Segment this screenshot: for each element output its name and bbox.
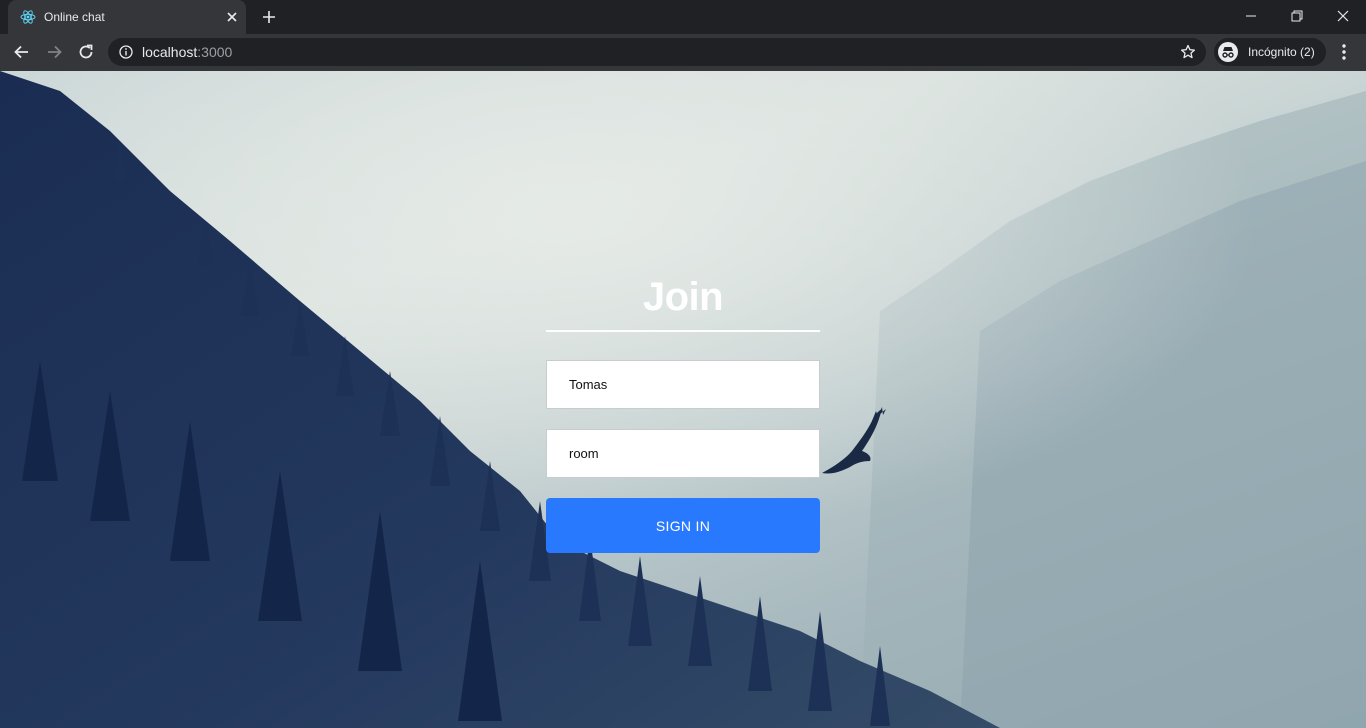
page-viewport: Join SIGN IN bbox=[0, 71, 1366, 728]
react-atom-icon bbox=[20, 9, 36, 25]
bookmark-star-icon[interactable] bbox=[1180, 44, 1196, 60]
browser-toolbar: localhost:3000 Incógnito (2) bbox=[0, 34, 1366, 71]
restore-window-button[interactable] bbox=[1274, 0, 1320, 32]
browser-tab[interactable]: Online chat bbox=[8, 0, 246, 34]
tab-title: Online chat bbox=[44, 10, 105, 24]
join-form: Join SIGN IN bbox=[546, 272, 820, 553]
join-title: Join bbox=[642, 275, 724, 319]
forward-button[interactable] bbox=[42, 40, 66, 64]
arrow-left-icon bbox=[14, 45, 28, 59]
close-window-button[interactable] bbox=[1320, 0, 1366, 32]
url-host: localhost bbox=[142, 44, 198, 60]
incognito-label: Incógnito (2) bbox=[1248, 45, 1315, 59]
incognito-icon bbox=[1218, 42, 1238, 62]
arrow-right-icon bbox=[48, 45, 62, 59]
url-text[interactable]: localhost:3000 bbox=[142, 44, 232, 60]
info-icon[interactable] bbox=[119, 45, 133, 59]
close-tab-icon[interactable] bbox=[224, 9, 240, 25]
reload-icon bbox=[79, 44, 93, 59]
title-divider bbox=[546, 330, 820, 332]
incognito-profile-button[interactable]: Incógnito (2) bbox=[1214, 38, 1326, 66]
back-button[interactable] bbox=[10, 40, 34, 64]
url-port: :3000 bbox=[197, 44, 233, 60]
room-input[interactable] bbox=[546, 429, 820, 478]
sign-in-button[interactable]: SIGN IN bbox=[546, 498, 820, 553]
browser-tab-strip: Online chat bbox=[0, 0, 1366, 34]
kebab-menu-icon[interactable] bbox=[1334, 42, 1354, 62]
new-tab-icon[interactable] bbox=[260, 8, 278, 26]
name-input[interactable] bbox=[546, 360, 820, 409]
address-bar[interactable]: localhost:3000 bbox=[108, 38, 1206, 66]
minimize-window-button[interactable] bbox=[1228, 0, 1274, 32]
reload-button[interactable] bbox=[74, 40, 98, 64]
